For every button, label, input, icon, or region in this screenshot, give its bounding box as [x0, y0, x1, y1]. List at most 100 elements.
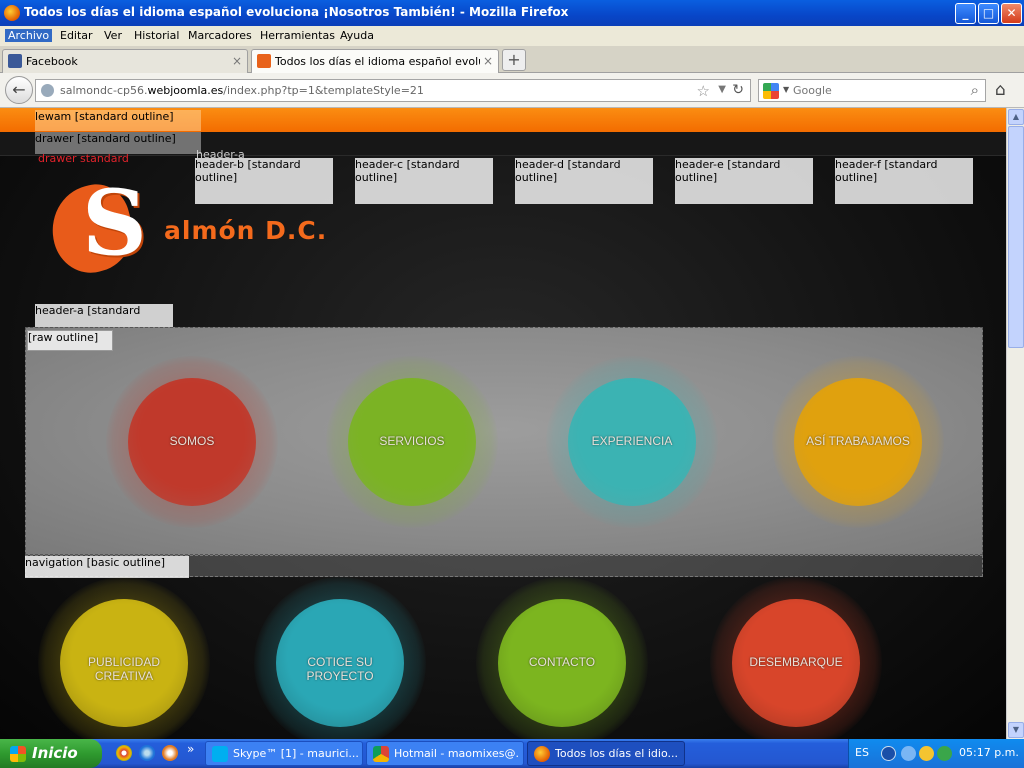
windows-flag-icon — [10, 746, 26, 762]
module-toolbar: lewam [standard outline] — [35, 110, 201, 131]
module-name: header-c — [355, 158, 404, 171]
module-drawer: drawer [standard outline] — [35, 132, 201, 154]
circle-button-2[interactable]: EXPERIENCIA — [568, 378, 696, 506]
circle-button-3[interactable]: ASÍ TRABAJAMOS — [794, 378, 922, 506]
module-drawer-sub: drawer standard — [38, 152, 129, 165]
firefox-icon — [4, 5, 20, 21]
module-style: [basic outline] — [86, 556, 166, 569]
module-style: [standard — [247, 158, 301, 171]
module-name: lewam — [35, 110, 72, 123]
close-button[interactable]: ✕ — [1001, 3, 1022, 24]
messenger-tray-icon[interactable] — [919, 746, 934, 761]
vertical-scrollbar[interactable]: ▲ ▼ — [1006, 108, 1024, 739]
search-bar[interactable]: ▼ ⌕ — [758, 79, 986, 102]
scroll-down-icon[interactable]: ▼ — [1008, 722, 1024, 738]
tray-collapse-icon[interactable] — [881, 746, 896, 761]
tab-bar: Facebook × Todos los días el idioma espa… — [0, 46, 1024, 73]
module-style: [standard outline] — [74, 110, 174, 123]
circle-button-0[interactable]: SOMOS — [128, 378, 256, 506]
language-indicator[interactable]: ES — [855, 746, 869, 759]
module-header-d: header-d [standard outline] — [515, 158, 653, 204]
module-style: [standard outline] — [77, 132, 176, 145]
menu-herramientas[interactable]: Herramientas — [260, 29, 335, 42]
taskbar-item-hotmail[interactable]: Hotmail - maomixes@... — [366, 741, 524, 766]
chrome-icon — [373, 746, 389, 762]
tab-close-icon[interactable]: × — [483, 54, 493, 68]
taskbar: Inicio » Skype™ [1] - maurici... Hotmail… — [0, 739, 1024, 768]
chevron-down-icon[interactable]: ▼ — [718, 84, 726, 95]
system-tray: ES 05:17 p.m. — [848, 739, 1024, 768]
circle-label: PUBLICIDAD CREATIVA — [87, 655, 161, 683]
window-title: Todos los días el idioma español evoluci… — [24, 5, 569, 19]
scroll-thumb[interactable] — [1008, 126, 1024, 348]
skype-tray-icon[interactable] — [937, 746, 952, 761]
circle-button-2[interactable]: CONTACTO — [498, 599, 626, 727]
messenger-icon[interactable] — [162, 745, 178, 761]
module-name: header-a — [35, 304, 84, 317]
start-button[interactable]: Inicio — [0, 739, 102, 768]
reload-icon[interactable]: ↻ — [732, 82, 744, 98]
menu-editar[interactable]: Editar — [60, 29, 93, 42]
circle-label: EXPERIENCIA — [591, 434, 673, 448]
logo-s: S — [82, 170, 147, 276]
url-text: salmondc-cp56.webjoomla.es/index.php?tp=… — [60, 84, 424, 97]
module-name: header-d — [515, 158, 565, 171]
tab-label: Facebook — [26, 55, 78, 68]
home-icon[interactable]: ⌂ — [995, 80, 1006, 100]
salmon-logo[interactable]: S almón D.C. — [42, 170, 326, 281]
module-style: outline] — [835, 171, 878, 184]
module-style: [standard — [884, 158, 938, 171]
minimize-button[interactable]: _ — [955, 3, 976, 24]
chrome-icon[interactable] — [116, 745, 132, 761]
more-quicklaunch-icon[interactable]: » — [187, 742, 194, 756]
url-bar[interactable]: salmondc-cp56.webjoomla.es/index.php?tp=… — [35, 79, 751, 102]
tab-close-icon[interactable]: × — [232, 54, 242, 68]
skype-icon — [212, 746, 228, 762]
ie-icon[interactable] — [139, 745, 155, 761]
nav-bar: ← salmondc-cp56.webjoomla.es/index.php?t… — [0, 73, 1024, 108]
maximize-button[interactable]: □ — [978, 3, 999, 24]
module-style: [standard — [567, 158, 621, 171]
google-icon[interactable] — [763, 83, 779, 99]
search-icon[interactable]: ⌕ — [971, 81, 979, 99]
new-tab-button[interactable]: + — [502, 49, 526, 71]
circle-button-0[interactable]: PUBLICIDAD CREATIVA — [60, 599, 188, 727]
globe-icon — [41, 84, 54, 97]
circle-label: ASÍ TRABAJAMOS — [806, 434, 910, 448]
network-icon[interactable] — [901, 746, 916, 761]
firefox-icon — [534, 746, 550, 762]
back-button[interactable]: ← — [5, 76, 33, 104]
menu-ver[interactable]: Ver — [104, 29, 122, 42]
scroll-up-icon[interactable]: ▲ — [1008, 109, 1024, 125]
taskbar-item-firefox[interactable]: Todos los días el idio... — [527, 741, 685, 766]
module-header-f: header-f [standard outline] — [835, 158, 973, 204]
menu-marcadores[interactable]: Marcadores — [188, 29, 252, 42]
circle-label: SOMOS — [169, 434, 215, 448]
search-input[interactable] — [793, 82, 953, 99]
module-style: outline] — [515, 171, 558, 184]
menu-historial[interactable]: Historial — [134, 29, 179, 42]
module-header-e: header-e [standard outline] — [675, 158, 813, 204]
tab-salmon[interactable]: Todos los días el idioma español evoluci… — [251, 49, 499, 73]
window-titlebar[interactable]: Todos los días el idioma español evoluci… — [0, 0, 1024, 26]
module-header-c: header-c [standard outline] — [355, 158, 493, 204]
module-style: [raw outline] — [28, 331, 99, 344]
module-name: navigation — [25, 556, 84, 569]
taskbar-item-skype[interactable]: Skype™ [1] - maurici... — [205, 741, 363, 766]
tab-facebook[interactable]: Facebook × — [2, 49, 248, 73]
circle-button-1[interactable]: SERVICIOS — [348, 378, 476, 506]
circle-button-1[interactable]: COTICE SU PROYECTO — [276, 599, 404, 727]
menu-ayuda[interactable]: Ayuda — [340, 29, 374, 42]
module-style: outline] — [675, 171, 718, 184]
circle-button-3[interactable]: DESEMBARQUE — [732, 599, 860, 727]
bookmark-star-icon[interactable]: ☆ — [697, 82, 710, 100]
page-viewport: lewam [standard outline] drawer [standar… — [0, 108, 1006, 739]
circle-label: SERVICIOS — [379, 434, 445, 448]
module-name: header-b — [195, 158, 245, 171]
tab-label: Todos los días el idioma español evoluci… — [275, 55, 480, 68]
module-style: [standard — [406, 158, 460, 171]
chevron-down-icon[interactable]: ▼ — [783, 85, 789, 94]
module-name: header-f — [835, 158, 881, 171]
facebook-icon — [8, 54, 22, 68]
menu-archivo[interactable]: Archivo — [5, 29, 53, 42]
